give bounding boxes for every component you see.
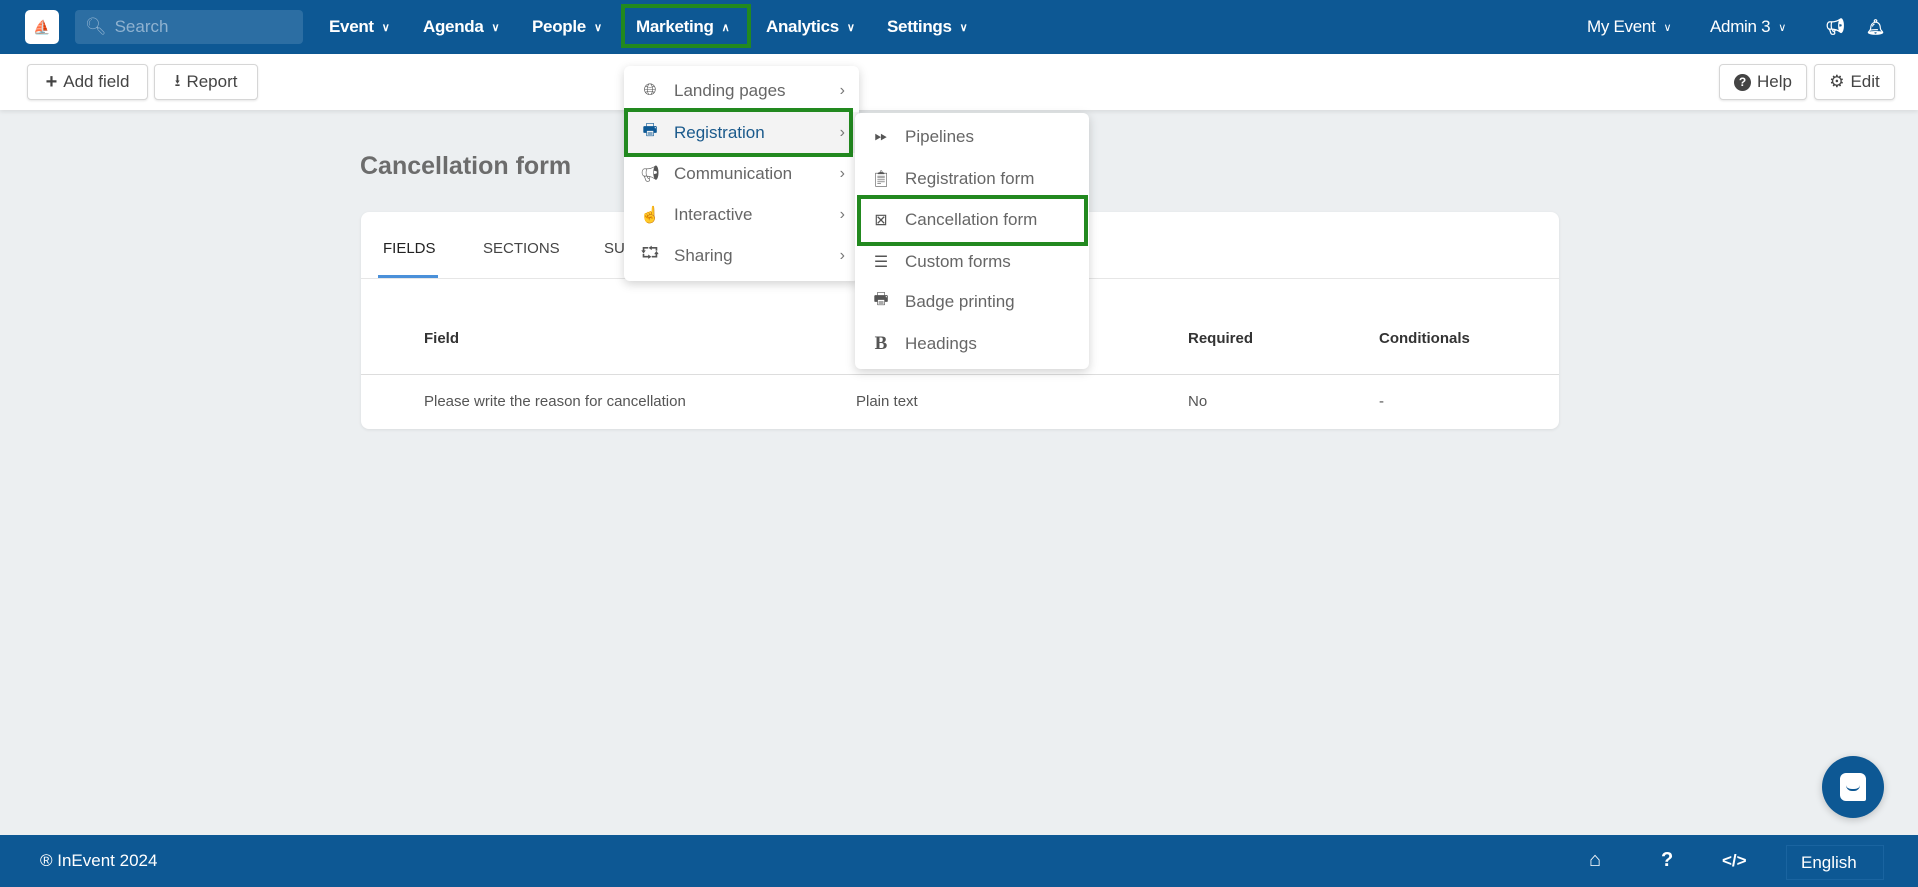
megaphone-icon: 📢︎ [639,165,661,183]
menu-label: Custom forms [905,251,1011,271]
chevron-up-icon: ∧ [721,21,730,34]
nav-label: Marketing [636,17,714,36]
nav-label: People [532,17,586,36]
my-event-label: My Event [1587,17,1656,36]
help-icon[interactable]: ? [1661,849,1673,872]
help-button[interactable]: ? Help [1719,64,1807,100]
language-selector[interactable]: English [1786,845,1884,880]
marketing-menu: 🌐︎ Landing pages › 🖶︎ Registration › 📢︎ Commu… [624,66,859,281]
column-header-conditionals: Conditionals [1379,330,1470,347]
share-icon: ⮔ [640,245,660,262]
chevron-down-icon: ∨ [846,21,855,34]
submenu-item-pipelines[interactable]: ⏩︎ Pipelines [855,116,1089,157]
top-navbar: ⛵ 🔍︎ Event ∨ Agenda ∨ People ∨ Marketing ∧ A… [0,0,1918,54]
menu-label: Pipelines [905,126,974,146]
app-logo[interactable]: ⛵ [25,10,59,44]
nav-label: Settings [887,17,952,36]
page-title: Cancellation form [360,152,572,180]
chevron-right-icon: › [839,164,845,182]
chat-button[interactable] [1822,756,1884,818]
home-icon[interactable]: ⌂ [1589,849,1601,872]
submenu-item-badge-printing[interactable]: 🖶︎ Badge printing [855,281,1089,322]
cell-field[interactable]: Please write the reason for cancellation [424,393,686,410]
chat-icon [1840,773,1866,801]
code-icon[interactable]: </> [1722,851,1747,871]
highlight-box [624,108,853,157]
button-label: Add field [63,72,130,91]
submenu-item-custom-forms[interactable]: ☰ Custom forms [855,241,1089,282]
nav-agenda[interactable]: Agenda ∨ [423,0,500,54]
download-icon: ⭳ [174,70,181,90]
column-header-required: Required [1188,330,1254,347]
menu-label: Registration form [905,168,1035,188]
chevron-down-icon: ∨ [593,21,602,34]
plus-icon: + [45,70,58,93]
chevron-down-icon: ∨ [491,21,500,34]
menu-item-communication[interactable]: 📢︎ Communication › [624,153,859,194]
user-label: Admin 3 [1710,17,1771,36]
user-dropdown[interactable]: Admin 3 ∨ [1710,0,1786,54]
tab-fields[interactable]: FIELDS [383,240,436,257]
chevron-down-icon: ∨ [1778,21,1787,34]
menu-item-landing-pages[interactable]: 🌐︎ Landing pages › [624,70,859,111]
menu-label: Communication [674,163,793,183]
fast-forward-icon: ⏩︎ [874,127,888,145]
button-label: Edit [1850,72,1880,91]
question-circle-icon: ? [1734,73,1752,91]
globe-icon: 🌐︎ [643,81,657,99]
menu-label: Interactive [674,204,753,224]
nav-people[interactable]: People ∨ [532,0,602,54]
list-icon: ☰ [873,253,889,271]
chevron-right-icon: › [839,205,845,223]
column-header-field: Field [424,330,460,347]
nav-event[interactable]: Event ∨ [329,0,390,54]
nav-label: Agenda [423,17,484,36]
my-event-dropdown[interactable]: My Event ∨ [1587,0,1672,54]
divider [361,374,1559,375]
bold-icon: B [874,332,888,354]
cell-type: Plain text [856,393,918,410]
search-input[interactable] [114,17,295,37]
printer-icon: 🖶︎ [873,291,889,308]
clipboard-icon: 📋︎ [870,170,892,188]
search-icon: 🔍︎ [85,17,107,36]
tab-sections[interactable]: SECTIONS [483,240,560,257]
megaphone-icon[interactable]: 📢︎ [1825,0,1845,54]
menu-label: Landing pages [674,80,786,100]
add-field-button[interactable]: + Add field [27,64,148,100]
report-button[interactable]: ⭳ Report [154,64,258,100]
chevron-down-icon: ∨ [1663,21,1672,34]
nav-label: Event [329,17,374,36]
button-label: Help [1757,72,1792,91]
submenu-item-headings[interactable]: B Headings [855,323,1089,364]
nav-settings[interactable]: Settings ∨ [887,0,968,54]
footer: ® InEvent 2024 [0,835,1918,887]
chevron-down-icon: ∨ [381,21,390,34]
gear-icon: ⚙ [1829,72,1845,91]
toolbar [0,54,1918,110]
menu-label: Sharing [674,245,733,265]
cell-required: No [1188,393,1208,410]
nav-analytics[interactable]: Analytics ∨ [766,0,855,54]
menu-label: Badge printing [905,291,1015,311]
nav-marketing[interactable]: Marketing ∧ [636,0,730,54]
chevron-down-icon: ∨ [959,21,968,34]
menu-item-interactive[interactable]: ☝ Interactive › [624,194,859,235]
menu-item-sharing[interactable]: ⮔ Sharing › [624,235,859,276]
search-box[interactable]: 🔍︎ [75,10,303,44]
copyright: ® InEvent 2024 [40,851,158,870]
tab-third[interactable]: SU [604,240,625,257]
bell-icon[interactable]: 🔔︎ [1866,0,1885,54]
submenu-item-registration-form[interactable]: 📋︎ Registration form [855,158,1089,199]
menu-label: Headings [905,333,977,353]
nav-label: Analytics [766,17,839,36]
highlight-box [857,195,1088,246]
chevron-right-icon: › [839,246,845,264]
cell-conditionals: - [1379,393,1384,410]
button-label: Report [186,72,238,91]
edit-button[interactable]: ⚙ Edit [1814,64,1895,100]
hand-pointer-icon: ☝ [640,206,660,224]
chevron-right-icon: › [839,81,845,99]
